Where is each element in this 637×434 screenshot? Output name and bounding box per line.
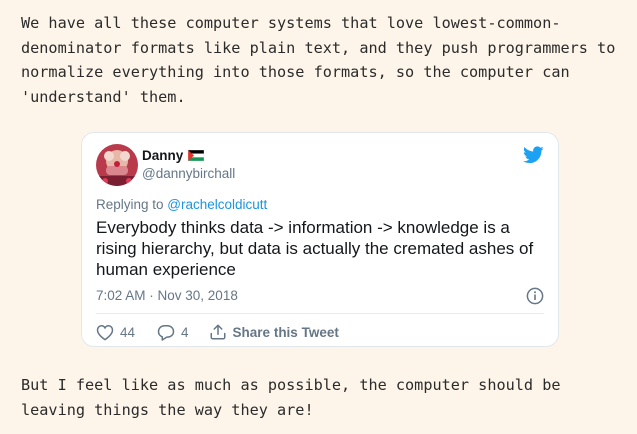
- like-count: 44: [120, 324, 136, 340]
- reply-count: 4: [181, 324, 189, 340]
- like-button[interactable]: 44: [96, 324, 135, 341]
- divider: [96, 313, 544, 314]
- embedded-tweet[interactable]: Danny @dannybirchall Replying to @rachel…: [81, 132, 559, 347]
- share-label: Share this Tweet: [232, 324, 339, 340]
- share-button[interactable]: Share this Tweet: [209, 323, 339, 341]
- tweet-timestamp[interactable]: 7:02 AM · Nov 30, 2018: [96, 288, 238, 303]
- reply-button[interactable]: 4: [157, 324, 189, 341]
- heart-icon: [96, 324, 114, 341]
- author-name-text[interactable]: Danny: [142, 148, 183, 163]
- replying-to-prefix: Replying to: [96, 197, 168, 212]
- share-icon: [210, 324, 226, 340]
- tweet-actions: 44 4 Share this Tweet: [96, 322, 339, 342]
- comment-icon: [157, 324, 175, 341]
- intro-paragraph: We have all these computer systems that …: [21, 14, 616, 106]
- author-handle[interactable]: @dannybirchall: [142, 166, 235, 181]
- author-name[interactable]: Danny: [142, 148, 205, 163]
- replying-to-link[interactable]: @rachelcoldicutt: [167, 197, 267, 212]
- info-icon[interactable]: [526, 287, 544, 305]
- avatar[interactable]: [96, 144, 138, 186]
- closing-paragraph: But I feel like as much as possible, the…: [21, 376, 561, 419]
- twitter-bird-icon[interactable]: [523, 146, 544, 164]
- palestine-flag-icon: [188, 150, 205, 161]
- replying-to: Replying to @rachelcoldicutt: [96, 197, 267, 212]
- tweet-text: Everybody thinks data -> information -> …: [96, 218, 534, 279]
